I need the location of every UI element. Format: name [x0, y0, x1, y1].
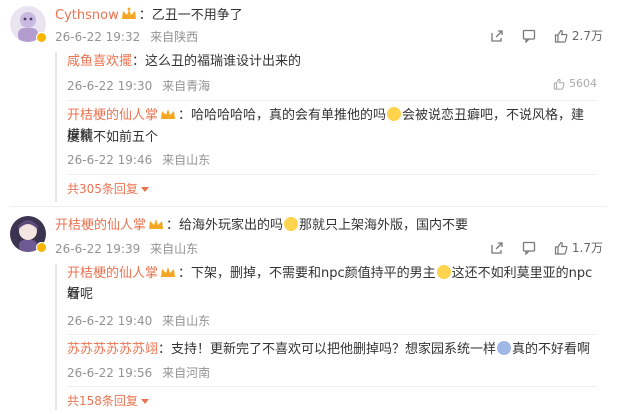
reply-text: ：下架，删掉，不需要和npc颜值持平的男主 — [178, 266, 436, 281]
divider — [67, 386, 597, 387]
reply-text: ：这么丑的福瑞谁设计出来的 — [132, 54, 302, 69]
share-icon[interactable] — [490, 29, 504, 43]
comment-thread: Cythsnow ：乙丑一不用争了 26-6-22 19:32 来自陕西 2.7万… — [0, 0, 617, 210]
location: 来自青海 — [162, 79, 211, 93]
location: 来自山东 — [162, 153, 211, 167]
comment-body: Cythsnow ：乙丑一不用争了 — [55, 6, 605, 26]
comment-meta: 26-6-22 19:32 来自陕西 — [55, 28, 198, 46]
username[interactable]: 开桔梗的仙人掌 — [67, 266, 158, 281]
like-icon — [554, 29, 568, 43]
comment-icon[interactable] — [522, 29, 536, 43]
comment-icon[interactable] — [522, 241, 536, 255]
comment-text: ：乙丑一不用争了 — [138, 8, 243, 23]
comment-text: 那就只上架海外版，国内不要 — [299, 218, 469, 233]
location: 来自陕西 — [150, 30, 199, 44]
comment-actions: 2.7万 — [490, 27, 603, 44]
reply-text-continued: 度就不如前五个 — [67, 130, 159, 145]
emoji-icon — [387, 107, 402, 121]
comment-meta: 26-6-22 19:39 来自山东 — [55, 240, 198, 258]
comment-text: ：给海外玩家出的吗 — [166, 218, 284, 233]
more-replies-link[interactable]: 共305条回复 — [67, 180, 149, 198]
reply-text: ：哈哈哈哈哈，真的会有单推他的吗 — [178, 108, 387, 123]
reply-text-continued: 看呢 — [67, 287, 94, 302]
reply-meta: 26-6-22 19:56 来自河南 — [67, 364, 210, 382]
crown-badge-icon — [161, 109, 176, 119]
divider — [67, 334, 597, 335]
more-replies-link[interactable]: 共158条回复 — [67, 392, 149, 410]
timestamp: 26-6-22 19:56 — [67, 366, 153, 380]
emoji-icon — [284, 217, 299, 231]
username[interactable]: 开桔梗的仙人掌 — [55, 218, 146, 233]
timestamp: 26-6-22 19:46 — [67, 153, 153, 167]
reply-item: 苏苏苏苏苏苏翊：支持！更新完了不喜欢可以把他删掉吗？想家园系统一样 真的不好看啊 — [67, 340, 597, 360]
crown-badge-icon — [149, 219, 164, 229]
emoji-icon — [436, 265, 451, 279]
comment-body: 开桔梗的仙人掌 ：给海外玩家出的吗 那就只上架海外版，国内不要 — [55, 216, 605, 236]
emoji-icon — [497, 341, 512, 355]
timestamp: 26-6-22 19:40 — [67, 314, 153, 328]
reply-like-button[interactable]: 5604 — [553, 77, 597, 90]
chevron-down-icon — [140, 399, 149, 404]
more-replies-label: 共158条回复 — [67, 394, 138, 408]
reply-list: 咸鱼喜欢擺：这么丑的福瑞谁设计出来的 26-6-22 19:30 来自青海 56… — [55, 52, 607, 202]
reply-meta: 26-6-22 19:40 来自山东 — [67, 312, 210, 330]
like-count: 1.7万 — [571, 241, 603, 255]
location: 来自河南 — [162, 366, 211, 380]
reply-text: ：支持！更新完了不喜欢可以把他删掉吗？想家园系统一样 — [158, 342, 497, 357]
username[interactable]: 咸鱼喜欢擺 — [67, 54, 132, 69]
share-icon[interactable] — [490, 241, 504, 255]
location: 来自山东 — [162, 314, 211, 328]
timestamp: 26-6-22 19:39 — [55, 242, 141, 256]
comment-actions: 1.7万 — [490, 239, 603, 256]
like-icon — [554, 241, 568, 255]
location: 来自山东 — [150, 242, 199, 256]
comment-thread: 开桔梗的仙人掌 ：给海外玩家出的吗 那就只上架海外版，国内不要 26-6-22 19… — [0, 212, 617, 414]
more-replies-label: 共305条回复 — [67, 182, 138, 196]
reply-list: 开桔梗的仙人掌 ：下架，删掉，不需要和npc颜值持平的男主 这还不如利莫里亚的npc… — [55, 264, 607, 410]
crown-badge-icon — [121, 7, 136, 19]
username[interactable]: 开桔梗的仙人掌 — [67, 108, 158, 123]
like-count: 2.7万 — [571, 29, 603, 43]
reply-text: 真的不好看啊 — [512, 342, 591, 357]
divider — [67, 174, 597, 175]
crown-badge-icon — [161, 267, 176, 277]
divider — [67, 100, 597, 101]
reply-meta: 26-6-22 19:30 来自青海 — [67, 77, 210, 95]
timestamp: 26-6-22 19:30 — [67, 79, 153, 93]
reply-item: 咸鱼喜欢擺：这么丑的福瑞谁设计出来的 — [67, 52, 597, 72]
chevron-down-icon — [140, 187, 149, 192]
verified-icon — [36, 32, 47, 43]
like-button[interactable]: 2.7万 — [554, 27, 603, 44]
divider — [10, 206, 607, 207]
like-button[interactable]: 1.7万 — [554, 239, 603, 256]
like-icon — [553, 78, 565, 90]
like-count: 5604 — [569, 77, 597, 90]
username[interactable]: 苏苏苏苏苏苏翊 — [67, 342, 158, 357]
timestamp: 26-6-22 19:32 — [55, 30, 141, 44]
verified-icon — [36, 242, 47, 253]
reply-meta: 26-6-22 19:46 来自山东 — [67, 151, 210, 169]
username[interactable]: Cythsnow — [55, 8, 119, 23]
